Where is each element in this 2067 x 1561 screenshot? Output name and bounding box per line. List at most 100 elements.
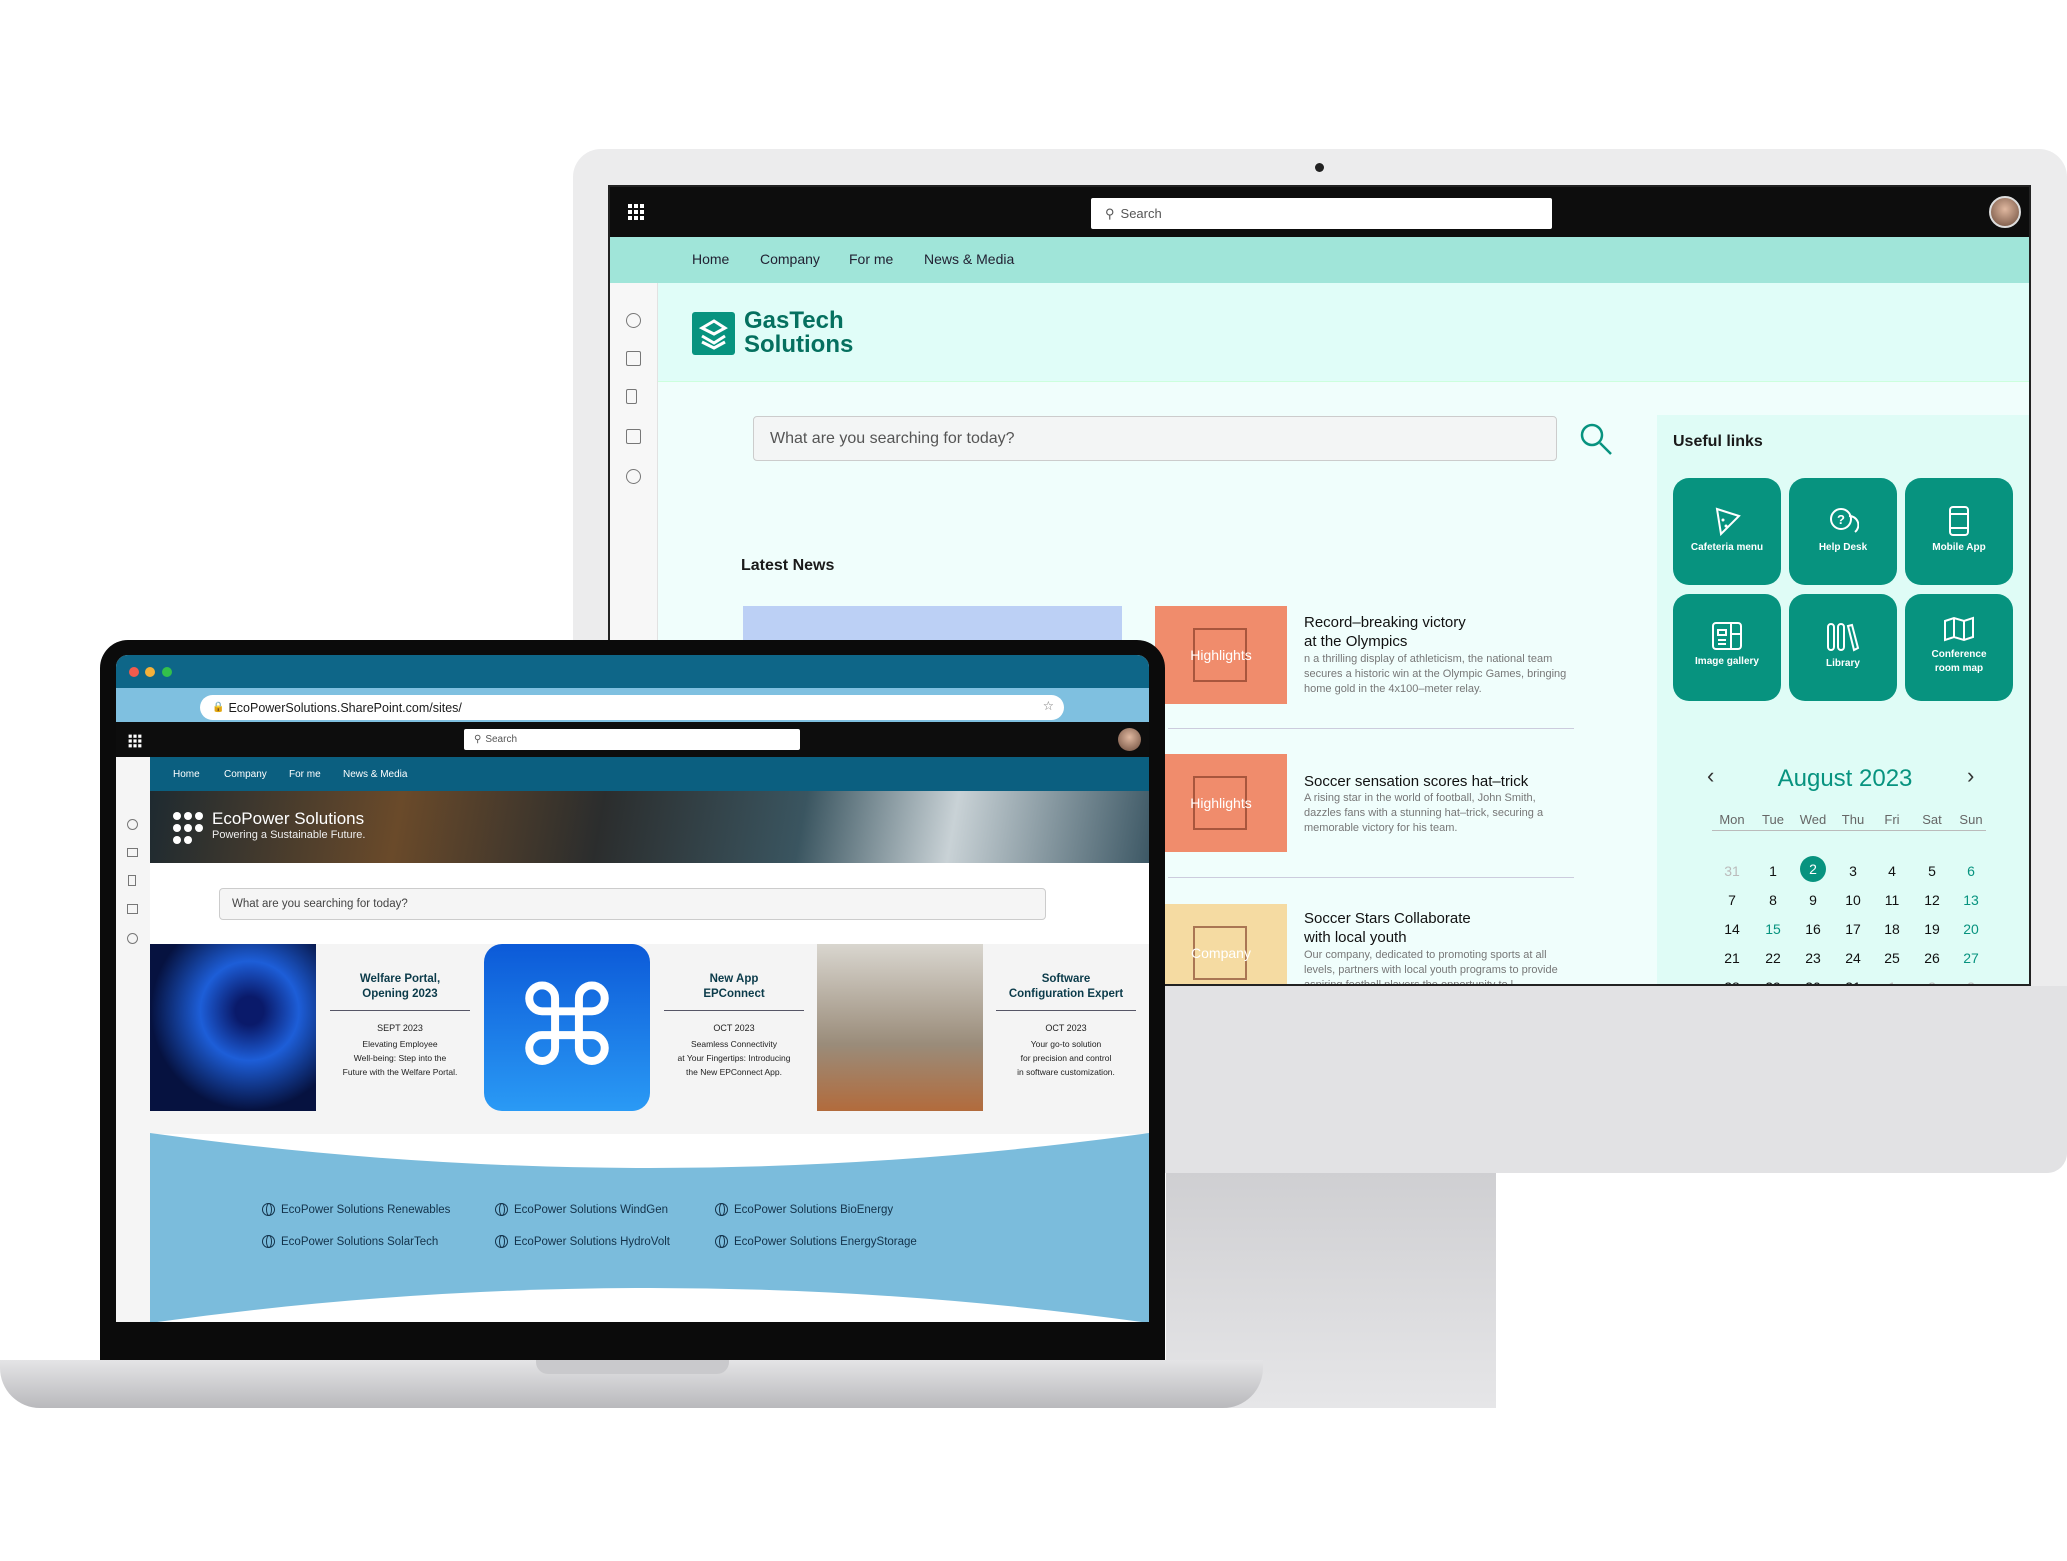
nav-for-me[interactable]: For me [849, 251, 893, 267]
calendar-day[interactable]: 8 [1758, 892, 1788, 908]
app-launcher-icon[interactable] [628, 204, 644, 220]
avatar[interactable] [1118, 728, 1141, 751]
calendar-day[interactable]: 15 [1758, 921, 1788, 937]
calendar-day[interactable]: 17 [1838, 921, 1868, 937]
card-software-expert[interactable]: Software Configuration Expert OCT 2023 Your… [983, 944, 1149, 1111]
calendar-day[interactable]: 14 [1717, 921, 1747, 937]
link-conference-room-map[interactable]: Conference room map [1905, 594, 2013, 701]
next-month-button[interactable]: › [1967, 763, 1974, 789]
calendar-day[interactable]: 23 [1798, 950, 1828, 966]
main-search-input[interactable]: What are you searching for today? [753, 416, 1557, 461]
list-icon[interactable] [626, 429, 641, 444]
laptop-screen: 🔒 EcoPowerSolutions.SharePoint.com/sites… [116, 655, 1149, 1322]
global-search-input[interactable]: ⚲ Search [1091, 198, 1552, 229]
add-icon[interactable] [127, 933, 138, 944]
globe-icon[interactable] [127, 819, 138, 830]
nav-home[interactable]: Home [173, 769, 200, 780]
avatar[interactable] [1989, 196, 2021, 228]
nav-company[interactable]: Company [224, 769, 267, 780]
search-icon: ⚲ [1105, 205, 1115, 221]
close-window-button[interactable] [129, 667, 139, 677]
calendar-day[interactable]: 31 [1838, 979, 1868, 984]
card-image-welfare[interactable] [150, 944, 316, 1111]
link-help-desk[interactable]: ? Help Desk [1789, 478, 1897, 585]
calendar-day[interactable]: 22 [1758, 950, 1788, 966]
card-new-app[interactable]: New App EPConnect OCT 2023 Seamless Connect… [650, 944, 818, 1111]
card-welfare-portal[interactable]: Welfare Portal, Opening 2023 SEPT 2023 Elev… [316, 944, 484, 1111]
global-search-input[interactable]: ⚲ Search [464, 729, 800, 750]
laptop-notch [536, 1360, 729, 1374]
nav-news-media[interactable]: News & Media [343, 769, 407, 780]
calendar-day[interactable]: 27 [1956, 950, 1986, 966]
footer-link[interactable]: EcoPower Solutions HydroVolt [495, 1235, 670, 1248]
news-thumbnail: Highlights [1155, 754, 1287, 852]
news-icon[interactable] [127, 848, 138, 857]
link-cafeteria-menu[interactable]: Cafeteria menu [1673, 478, 1781, 585]
calendar-day[interactable]: 4 [1877, 863, 1907, 879]
add-icon[interactable] [626, 469, 641, 484]
list-icon[interactable] [127, 904, 138, 914]
minimize-window-button[interactable] [145, 667, 155, 677]
maximize-window-button[interactable] [162, 667, 172, 677]
calendar-day[interactable]: 24 [1838, 950, 1868, 966]
site-nav: Home Company For me News & Media [150, 757, 1149, 791]
calendar-day[interactable]: 30 [1798, 979, 1828, 984]
calendar-day[interactable]: 20 [1956, 921, 1986, 937]
weekday-label: Tue [1762, 812, 1784, 827]
map-icon [1944, 616, 1974, 642]
nav-company[interactable]: Company [760, 251, 820, 267]
hero-banner: EcoPower Solutions Powering a Sustainabl… [150, 791, 1149, 863]
command-icon[interactable]: ⌘ [484, 944, 650, 1111]
calendar-day[interactable]: 1 [1877, 979, 1907, 984]
app-launcher-icon[interactable] [128, 734, 142, 748]
calendar-day[interactable]: 3 [1956, 979, 1986, 984]
footer-link[interactable]: EcoPower Solutions BioEnergy [715, 1203, 893, 1216]
calendar-day[interactable]: 29 [1758, 979, 1788, 984]
search-icon[interactable] [1578, 421, 1614, 457]
calendar-day[interactable]: 2 [1917, 979, 1947, 984]
divider [1712, 830, 1986, 831]
link-mobile-app[interactable]: Mobile App [1905, 478, 2013, 585]
document-icon[interactable] [128, 875, 136, 886]
calendar-day[interactable]: 3 [1838, 863, 1868, 879]
pizza-icon [1715, 507, 1741, 536]
document-icon[interactable] [626, 389, 637, 404]
footer-link[interactable]: EcoPower Solutions WindGen [495, 1203, 668, 1216]
address-bar[interactable]: 🔒 EcoPowerSolutions.SharePoint.com/sites… [200, 695, 1064, 720]
calendar-day[interactable]: 16 [1798, 921, 1828, 937]
weekday-label: Sat [1922, 812, 1942, 827]
main-search-input[interactable]: What are you searching for today? [219, 888, 1046, 920]
card-image-office[interactable] [817, 944, 983, 1111]
calendar-day[interactable]: 21 [1717, 950, 1747, 966]
calendar-day[interactable]: 26 [1917, 950, 1947, 966]
calendar-day[interactable]: 1 [1758, 863, 1788, 879]
bookmark-star-icon[interactable]: ☆ [1043, 698, 1054, 713]
news-summary: Our company, dedicated to promoting spor… [1304, 949, 1558, 986]
calendar-day[interactable]: 13 [1956, 892, 1986, 908]
calendar-day[interactable]: 31 [1717, 863, 1747, 879]
footer-link[interactable]: EcoPower Solutions SolarTech [262, 1235, 438, 1248]
calendar-day[interactable]: 6 [1956, 863, 1986, 879]
calendar-day[interactable]: 25 [1877, 950, 1907, 966]
calendar-day[interactable]: 7 [1717, 892, 1747, 908]
link-image-gallery[interactable]: Image gallery [1673, 594, 1781, 701]
calendar-day[interactable]: 19 [1917, 921, 1947, 937]
nav-home[interactable]: Home [692, 251, 729, 267]
site-tagline: Powering a Sustainable Future. [212, 829, 366, 841]
footer-link[interactable]: EcoPower Solutions EnergyStorage [715, 1235, 917, 1248]
calendar-day[interactable]: 5 [1917, 863, 1947, 879]
nav-news-media[interactable]: News & Media [924, 251, 1014, 267]
calendar-day[interactable]: 11 [1877, 892, 1907, 908]
calendar-day[interactable]: 2 [1800, 856, 1826, 882]
link-library[interactable]: Library [1789, 594, 1897, 701]
footer-link[interactable]: EcoPower Solutions Renewables [262, 1203, 450, 1216]
weekday-label: Fri [1884, 812, 1900, 827]
news-icon[interactable] [626, 351, 641, 366]
calendar-day[interactable]: 10 [1838, 892, 1868, 908]
calendar-day[interactable]: 12 [1917, 892, 1947, 908]
calendar-day[interactable]: 28 [1717, 979, 1747, 984]
calendar-day[interactable]: 18 [1877, 921, 1907, 937]
nav-for-me[interactable]: For me [289, 769, 321, 780]
globe-icon[interactable] [626, 313, 641, 328]
calendar-day[interactable]: 9 [1798, 892, 1828, 908]
